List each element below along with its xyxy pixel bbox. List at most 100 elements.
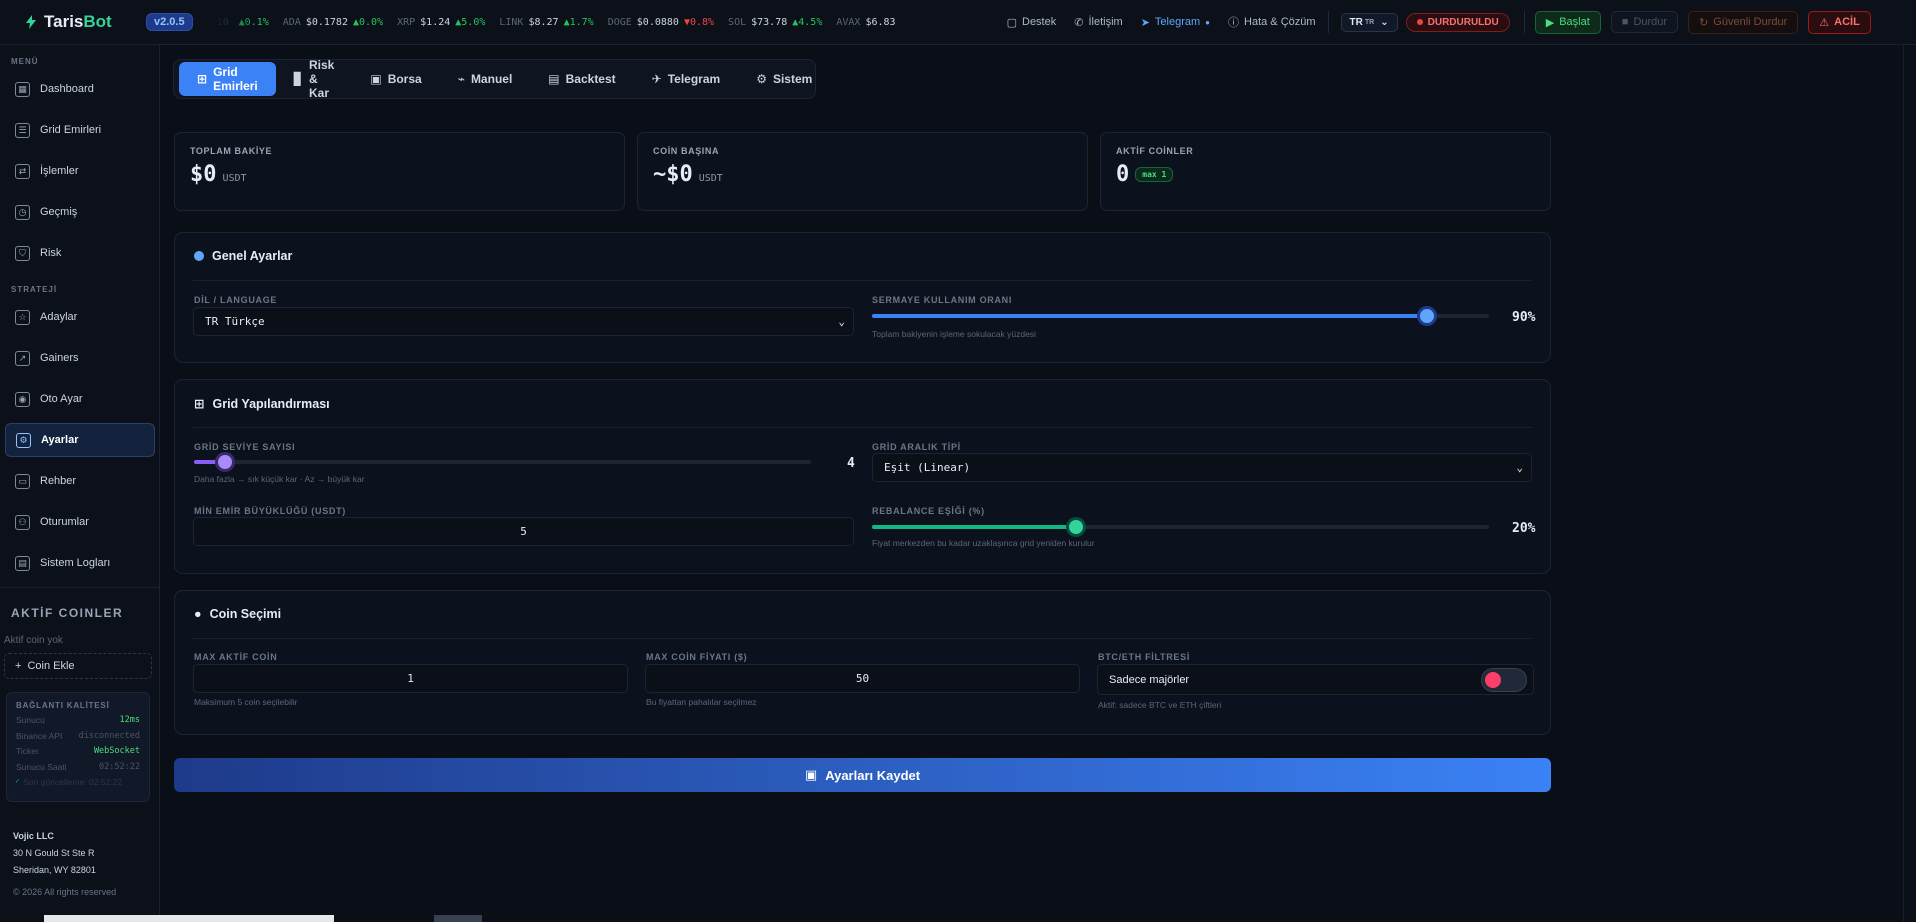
- conn-last-update: ◜ Son güncelleme: 02:52:22: [16, 777, 140, 793]
- support-link[interactable]: ▢ Destek: [1007, 14, 1057, 30]
- troubleshoot-link[interactable]: ⓘ Hata & Çözüm: [1228, 14, 1316, 30]
- save-icon: ▣: [804, 767, 818, 782]
- no-active-coins-text: Aktif coin yok: [4, 635, 63, 646]
- horizontal-scrollbar-thumb[interactable]: [44, 915, 334, 922]
- capital-slider[interactable]: [872, 309, 1489, 323]
- slider-thumb[interactable]: [1420, 309, 1435, 323]
- tab-manuel[interactable]: ⌁ Manuel: [440, 62, 531, 96]
- grid-type-dropdown[interactable]: Eşit (Linear) ⌄: [872, 453, 1532, 482]
- divider: [193, 427, 1532, 428]
- add-coin-button[interactable]: + Coin Ekle: [4, 653, 152, 679]
- sidebar-item-label: Grid Emirleri: [40, 124, 102, 136]
- sidebar-item-ge-mi-[interactable]: ◷ Geçmiş: [5, 195, 155, 229]
- sidebar-item-dashboard[interactable]: ▦ Dashboard: [5, 72, 155, 106]
- chevron-down-icon: ⌄: [1516, 461, 1523, 474]
- sidebar-item-label: Sistem Logları: [40, 557, 111, 569]
- language-dropdown[interactable]: TR Türkçe ⌄: [193, 307, 854, 336]
- top-links: ▢ Destek ✆ İletişim ➤ Telegram ● ⓘ Hata & Çöz…: [1007, 14, 1316, 30]
- grid-levels-slider[interactable]: [194, 455, 811, 469]
- slider-thumb[interactable]: [217, 455, 232, 469]
- safe-stop-button[interactable]: ↻ Güvenli Durdur: [1688, 10, 1799, 34]
- sidebar-item-oturumlar[interactable]: ⚇ Oturumlar: [5, 505, 155, 539]
- total-balance-value: $0: [190, 162, 217, 187]
- tab-icon: ⊞: [197, 72, 208, 86]
- brand-logo[interactable]: Taris Bot: [24, 12, 136, 32]
- swap-icon: ⇄: [15, 163, 30, 179]
- min-order-input[interactable]: 5: [193, 517, 854, 546]
- panel-title: Coin Seçimi: [209, 607, 282, 621]
- users-icon: ⚇: [15, 514, 30, 530]
- clock-icon: ◷: [15, 204, 30, 220]
- max-coin-price-input[interactable]: 50: [645, 664, 1080, 693]
- start-button[interactable]: ▶ Başlat: [1534, 10, 1601, 34]
- save-settings-button[interactable]: ▣ Ayarları Kaydet: [174, 758, 1551, 792]
- active-coins-value: 0: [1116, 162, 1130, 187]
- majors-only-toggle[interactable]: [1481, 668, 1527, 692]
- app-root: Taris Bot v2.0.5 .10 ▲0.1% ADA $0.1782 ▲0.0% X…: [0, 0, 1916, 922]
- slider-thumb[interactable]: [1068, 520, 1083, 534]
- ticker-item: XRP $1.24 ▲5.0%: [397, 16, 486, 28]
- sidebar-item-label: Risk: [40, 247, 62, 259]
- sidebar-item-risk[interactable]: ⛉ Risk: [5, 236, 155, 270]
- sidebar-item-adaylar[interactable]: ☆ Adaylar: [5, 300, 155, 334]
- shield-icon: ⛉: [15, 245, 30, 261]
- stop-button[interactable]: ■ Durdur: [1610, 11, 1679, 33]
- tab-icon: ⚙: [756, 72, 767, 86]
- max-badge: max 1: [1135, 167, 1174, 182]
- sidebar-item-gainers[interactable]: ↗ Gainers: [5, 341, 155, 375]
- telegram-icon: ➤: [1140, 16, 1150, 29]
- refresh-icon: ↻: [1699, 16, 1709, 29]
- horizontal-scrollbar-handle[interactable]: [434, 915, 482, 922]
- contact-link[interactable]: ✆ İletişim: [1074, 14, 1122, 30]
- tab-borsa[interactable]: ▣ Borsa: [352, 62, 439, 96]
- sidebar-item-sistem-loglar-[interactable]: ▤ Sistem Logları: [5, 546, 155, 580]
- language-select[interactable]: TR TR ⌄: [1340, 12, 1398, 32]
- tab-sistem[interactable]: ⚙ Sistem: [738, 62, 830, 96]
- info-icon: ⓘ: [1228, 17, 1240, 29]
- chevron-down-icon: ⌄: [838, 315, 845, 328]
- sidebar-item-oto-ayar[interactable]: ◉ Oto Ayar: [5, 382, 155, 416]
- max-active-coin-input[interactable]: 1: [193, 664, 628, 693]
- conn-row: Sunucu Saati 02:52:22: [16, 761, 140, 772]
- tab-backtest[interactable]: ▤ Backtest: [530, 62, 633, 96]
- status-badge: DURDURULDU: [1405, 12, 1510, 32]
- conn-row: Ticker WebSocket: [16, 746, 140, 756]
- warning-icon: ⚠: [1819, 16, 1830, 29]
- sidebar-item-label: İşlemler: [40, 165, 79, 177]
- sidebar-item-grid-emirleri[interactable]: ☰ Grid Emirleri: [5, 113, 155, 147]
- tab-risk-kar[interactable]: ▊ Risk & Kar: [276, 58, 353, 100]
- spinner-icon: ◜: [16, 777, 20, 787]
- capital-value: 90%: [1512, 310, 1536, 325]
- tab-telegram[interactable]: ✈ Telegram: [634, 62, 739, 96]
- divider: [0, 587, 159, 588]
- telegram-link[interactable]: ➤ Telegram ●: [1141, 14, 1210, 30]
- chat-icon: ▢: [1006, 16, 1017, 29]
- toggle-knob: [1485, 672, 1501, 688]
- sidebar: MENÜ ▦ Dashboard ☰ Grid Emirleri ⇄ İşlemler ◷ G…: [0, 45, 160, 922]
- general-settings-panel: Genel Ayarlar DİL / LANGUAGE TR Türkçe ⌄ …: [174, 232, 1551, 363]
- sidebar-item-label: Oto Ayar: [40, 393, 83, 405]
- sidebar-item-i-lemler[interactable]: ⇄ İşlemler: [5, 154, 155, 188]
- rebalance-value: 20%: [1512, 521, 1536, 536]
- divider: [193, 638, 1532, 639]
- emergency-button[interactable]: ⚠ ACİL: [1808, 10, 1871, 34]
- connection-title: BAĞLANTI KALİTESİ: [16, 701, 110, 710]
- sidebar-item-rehber[interactable]: ▭ Rehber: [5, 464, 155, 498]
- vertical-scrollbar[interactable]: [1903, 45, 1916, 922]
- plus-icon: +: [15, 660, 22, 672]
- tab-grid-emirleri[interactable]: ⊞ Grid Emirleri: [179, 62, 276, 96]
- company-footer: Vojic LLC 30 N Gould St Ste R Sheridan, …: [13, 830, 117, 897]
- sidebar-item-ayarlar[interactable]: ⚙ Ayarlar: [5, 423, 155, 457]
- brand-name-a: Taris: [44, 12, 84, 31]
- rebalance-slider[interactable]: [872, 520, 1489, 534]
- status-dot-icon: [1416, 19, 1423, 25]
- file-icon: ▤: [15, 555, 30, 571]
- ticker-item: LINK $8.27 ▲1.7%: [499, 16, 594, 28]
- active-coins-title: AKTİF COINLER: [11, 606, 124, 620]
- book-icon: ▭: [15, 473, 30, 489]
- connection-quality-panel: BAĞLANTI KALİTESİ Sunucu 12ms Binance API…: [6, 692, 150, 802]
- grid-levels-value: 4: [847, 456, 855, 471]
- sidebar-item-label: Rehber: [40, 475, 77, 487]
- phone-icon: ✆: [1074, 16, 1084, 29]
- panel-title: Grid Yapılandırması: [212, 396, 330, 411]
